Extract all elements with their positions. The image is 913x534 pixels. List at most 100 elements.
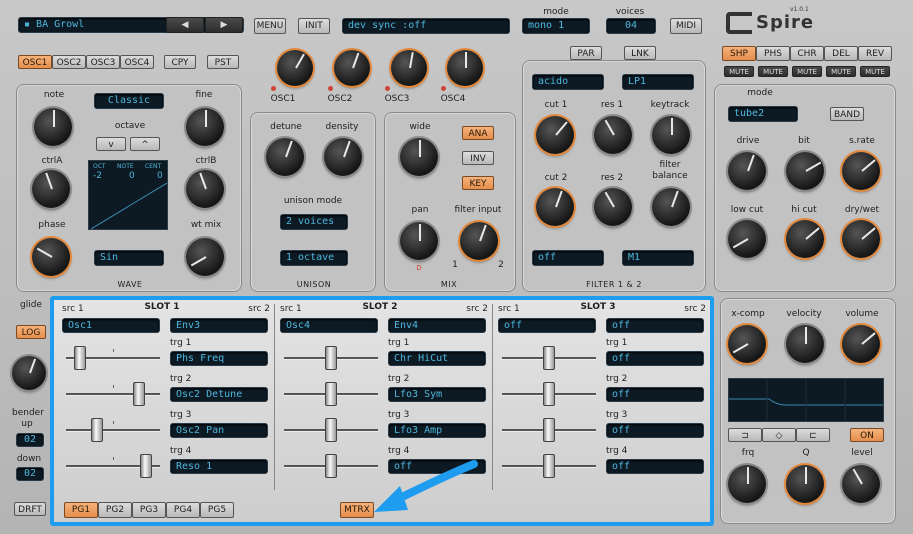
slider-thumb[interactable] (140, 454, 152, 478)
slider-thumb[interactable] (543, 454, 555, 478)
log-button[interactable]: LOG (16, 325, 46, 339)
fx-tab-phs[interactable]: PHS (756, 46, 790, 61)
mod-amount-slider[interactable] (502, 418, 596, 442)
lowcut-knob[interactable] (728, 220, 766, 258)
detune-knob[interactable] (266, 138, 304, 176)
eq-lowshelf-icon[interactable]: ⊐ (728, 428, 762, 442)
cut1-knob[interactable] (536, 116, 574, 154)
cut2-knob[interactable] (536, 188, 574, 226)
trg-display[interactable]: Lfo3 Amp (388, 423, 486, 438)
ana-button[interactable]: ANA (462, 126, 494, 140)
bender-down-display[interactable]: 02 (16, 467, 44, 481)
bender-up-display[interactable]: 02 (16, 433, 44, 447)
res2-knob[interactable] (594, 188, 632, 226)
trg-display[interactable]: Lfo3 Sym (388, 387, 486, 402)
mute-button-4[interactable]: MUTE (826, 66, 856, 77)
q-knob[interactable] (786, 465, 824, 503)
ctrlb-knob[interactable] (186, 170, 224, 208)
pan-knob[interactable] (400, 222, 438, 260)
osc1-level-knob[interactable] (277, 50, 313, 86)
trg-display[interactable]: Osc2 Pan (170, 423, 268, 438)
mute-button-5[interactable]: MUTE (860, 66, 890, 77)
mode-display[interactable]: mono 1 (522, 18, 590, 34)
density-knob[interactable] (324, 138, 362, 176)
wave-display[interactable]: Sin (94, 250, 164, 266)
trg-display[interactable]: Chr HiCut (388, 351, 486, 366)
copy-button[interactable]: CPY (164, 55, 196, 69)
trg-display[interactable]: off (606, 423, 704, 438)
sync-display[interactable]: dev sync :off (342, 18, 510, 34)
osc-tab-2[interactable]: OSC2 (52, 55, 86, 69)
trg-display[interactable]: Phs Freq (170, 351, 268, 366)
osc-tab-4[interactable]: OSC4 (120, 55, 154, 69)
osc-tab-3[interactable]: OSC3 (86, 55, 120, 69)
osc2-level-knob[interactable] (334, 50, 370, 86)
matrix-page-5[interactable]: PG5 (200, 502, 234, 518)
phase-knob[interactable] (32, 238, 70, 276)
level-knob[interactable] (842, 465, 880, 503)
shape-mode-display[interactable]: tube2 (728, 106, 798, 122)
osc-mode-display[interactable]: Classic (94, 93, 164, 109)
slot-src2-display[interactable]: Env4 (388, 318, 486, 333)
osc3-level-knob[interactable] (391, 50, 427, 86)
slider-thumb[interactable] (325, 418, 337, 442)
fx-tab-del[interactable]: DEL (824, 46, 858, 61)
mod-amount-slider[interactable] (284, 346, 378, 370)
srate-knob[interactable] (842, 152, 880, 190)
mod-amount-slider[interactable] (66, 418, 160, 442)
wide-knob[interactable] (400, 138, 438, 176)
slot-src1-display[interactable]: off (498, 318, 596, 333)
volume-knob[interactable] (842, 325, 880, 363)
balance-knob[interactable] (652, 188, 690, 226)
mod-amount-slider[interactable] (284, 418, 378, 442)
glide-knob[interactable] (12, 356, 46, 390)
mtrx-button[interactable]: MTRX (340, 502, 374, 518)
matrix-page-1[interactable]: PG1 (64, 502, 98, 518)
hicut-knob[interactable] (786, 220, 824, 258)
trg-display[interactable]: Osc2 Detune (170, 387, 268, 402)
matrix-page-4[interactable]: PG4 (166, 502, 200, 518)
slot-src2-display[interactable]: off (606, 318, 704, 333)
filter-input-knob[interactable] (460, 222, 498, 260)
key-button[interactable]: KEY (462, 176, 494, 190)
eq-peak-icon[interactable]: ◇ (762, 428, 796, 442)
mod-amount-slider[interactable] (502, 454, 596, 478)
fx-tab-shp[interactable]: SHP (722, 46, 756, 61)
paste-button[interactable]: PST (207, 55, 239, 69)
drywet-knob[interactable] (842, 220, 880, 258)
mod-amount-slider[interactable] (284, 382, 378, 406)
matrix-page-2[interactable]: PG2 (98, 502, 132, 518)
mod-amount-slider[interactable] (66, 382, 160, 406)
ctrla-knob[interactable] (32, 170, 70, 208)
midi-button[interactable]: MIDI (670, 18, 702, 34)
slider-thumb[interactable] (543, 382, 555, 406)
par-button[interactable]: PAR (570, 46, 602, 60)
mod-amount-slider[interactable] (502, 346, 596, 370)
mute-button-2[interactable]: MUTE (758, 66, 788, 77)
slider-thumb[interactable] (325, 454, 337, 478)
slider-thumb[interactable] (74, 346, 86, 370)
velocity-knob[interactable] (786, 325, 824, 363)
filter2-type-display[interactable]: LP1 (622, 74, 694, 90)
drft-button[interactable]: DRFT (14, 502, 46, 516)
mod-amount-slider[interactable] (66, 346, 160, 370)
fx-tab-chr[interactable]: CHR (790, 46, 824, 61)
lnk-button[interactable]: LNK (624, 46, 656, 60)
bit-knob[interactable] (786, 152, 824, 190)
eq-on-button[interactable]: ON (850, 428, 884, 442)
eq-highshelf-icon[interactable]: ⊏ (796, 428, 830, 442)
unison-voices-display[interactable]: 2 voices (280, 214, 348, 230)
frq-knob[interactable] (728, 465, 766, 503)
inv-button[interactable]: INV (462, 151, 494, 165)
band-button[interactable]: BAND (830, 107, 864, 121)
slider-thumb[interactable] (543, 346, 555, 370)
slider-thumb[interactable] (325, 346, 337, 370)
keytrack-knob[interactable] (652, 116, 690, 154)
voices-display[interactable]: 04 (606, 18, 656, 34)
xcomp-knob[interactable] (728, 325, 766, 363)
filter1-mode-display[interactable]: off (532, 250, 604, 266)
filter1-type-display[interactable]: acido (532, 74, 604, 90)
mod-amount-slider[interactable] (284, 454, 378, 478)
res1-knob[interactable] (594, 116, 632, 154)
slider-thumb[interactable] (325, 382, 337, 406)
